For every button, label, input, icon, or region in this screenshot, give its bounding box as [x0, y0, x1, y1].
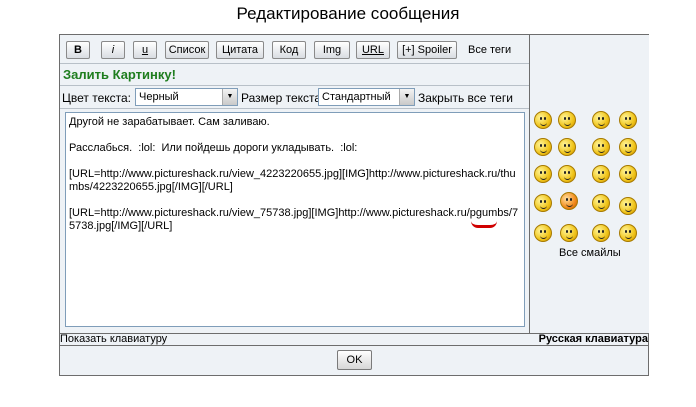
italic-button[interactable]: i: [101, 41, 125, 59]
sunglasses-icon[interactable]: [592, 194, 610, 212]
message-textarea[interactable]: Другой не зарабатывает. Сам заливаю. Рас…: [65, 112, 525, 327]
all-tags-link[interactable]: Все теги: [468, 44, 511, 56]
editor-main: B i u Список Цитата Код Img URL [+] Spoi…: [60, 35, 529, 375]
divider: [60, 345, 648, 346]
text-color-value: Черный: [139, 91, 179, 103]
smilies-panel: Все смайлы: [529, 35, 649, 333]
sad-icon[interactable]: [619, 138, 637, 156]
unhappy-icon[interactable]: [619, 165, 637, 183]
text-options-row: Цвет текста: Черный ▼ Размер текста: Ста…: [60, 86, 529, 109]
cool-icon[interactable]: [592, 138, 610, 156]
upload-picture-link[interactable]: Залить Картинку!: [63, 67, 176, 82]
all-smilies-link[interactable]: Все смайлы: [559, 247, 621, 259]
text-size-select[interactable]: Стандартный ▼: [318, 88, 415, 106]
upload-row: Залить Картинку!: [60, 64, 529, 86]
text-size-label: Размер текста:: [241, 91, 325, 105]
close-all-tags-link[interactable]: Закрыть все теги: [418, 91, 513, 105]
smile-icon[interactable]: [534, 111, 552, 129]
text-color-label: Цвет текста:: [62, 91, 132, 105]
confused-icon[interactable]: [558, 138, 576, 156]
angel-icon[interactable]: [534, 224, 552, 242]
url-button[interactable]: URL: [356, 41, 390, 59]
chevron-down-icon: ▼: [222, 89, 237, 105]
smirk-icon[interactable]: [619, 224, 637, 242]
list-button[interactable]: Список: [165, 41, 209, 59]
img-button[interactable]: Img: [314, 41, 350, 59]
format-toolbar: B i u Список Цитата Код Img URL [+] Spoi…: [60, 35, 529, 64]
mad-icon[interactable]: [592, 165, 610, 183]
grin-icon[interactable]: [592, 111, 610, 129]
angry-icon[interactable]: [534, 165, 552, 183]
spoiler-button[interactable]: [+] Spoiler: [397, 41, 457, 59]
ok-button[interactable]: OK: [337, 350, 372, 370]
music-icon[interactable]: [560, 224, 578, 242]
quote-button[interactable]: Цитата: [216, 41, 264, 59]
text-size-value: Стандартный: [322, 91, 391, 103]
neutral-icon[interactable]: [558, 165, 576, 183]
underline-button[interactable]: u: [133, 41, 157, 59]
code-button[interactable]: Код: [272, 41, 306, 59]
shock-icon[interactable]: [534, 138, 552, 156]
sleep-icon[interactable]: [619, 197, 637, 215]
bold-button[interactable]: B: [66, 41, 90, 59]
page-title: Редактирование сообщения: [236, 4, 460, 23]
smile-icon[interactable]: [558, 111, 576, 129]
show-keyboard-link[interactable]: Показать клавиатуру: [60, 333, 167, 345]
russian-keyboard-label[interactable]: Русская клавиатура: [539, 333, 648, 345]
red-underline-mark: [471, 221, 497, 228]
rolleyes-icon[interactable]: [592, 224, 610, 242]
chevron-down-icon: ▼: [399, 89, 414, 105]
clown-icon[interactable]: [560, 192, 578, 210]
editor-frame: B i u Список Цитата Код Img URL [+] Spoi…: [59, 34, 649, 376]
laugh-icon[interactable]: [619, 111, 637, 129]
surprised-icon[interactable]: [534, 194, 552, 212]
text-color-select[interactable]: Черный ▼: [135, 88, 238, 106]
